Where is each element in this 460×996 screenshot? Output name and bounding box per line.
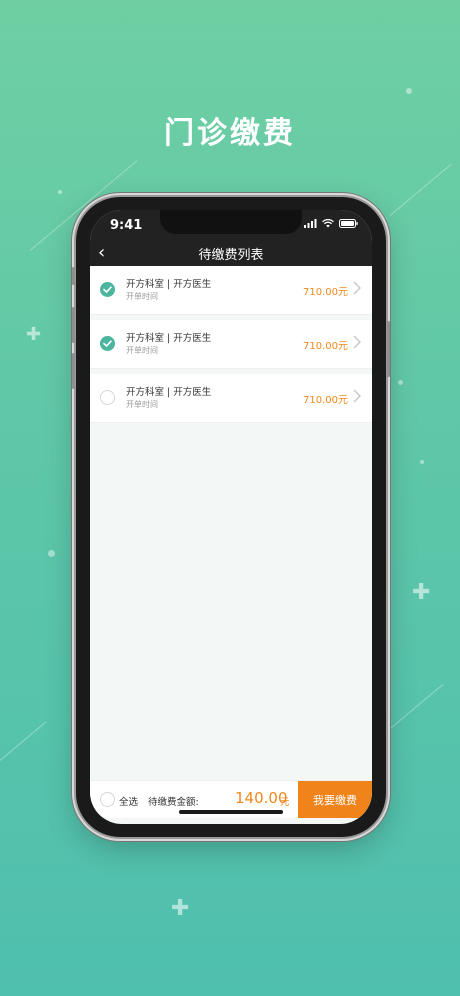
bill-item[interactable]: 开方科室 | 开方医生 开单时间 710.00元 — [90, 320, 372, 368]
check-icon — [103, 286, 112, 293]
plus-decor-icon: ✚ — [26, 324, 42, 345]
item-title: 开方科室 | 开方医生 — [126, 387, 212, 398]
item-amount: 710.00元 — [303, 341, 348, 352]
phone-side-button — [72, 353, 75, 389]
decor-dot — [398, 380, 403, 385]
pay-button[interactable]: 我要缴费 — [298, 781, 372, 818]
item-subtitle: 开单时间 — [126, 400, 158, 409]
page-headline: 门诊缴费 — [164, 116, 296, 151]
phone-frame: 9:41 ‹ 待缴费列表 开方科室 | 开方医生 开单时间 710.00元 开方… — [72, 197, 390, 837]
decor-line — [389, 163, 452, 216]
bill-item[interactable]: 开方科室 | 开方医生 开单时间 710.00元 — [90, 374, 372, 422]
item-amount: 710.00元 — [303, 395, 348, 406]
item-title: 开方科室 | 开方医生 — [126, 279, 212, 290]
bill-item[interactable]: 开方科室 | 开方医生 开单时间 710.00元 — [90, 266, 372, 314]
item-subtitle: 开单时间 — [126, 346, 158, 355]
wifi-icon — [322, 219, 334, 228]
phone-notch — [160, 210, 302, 234]
total-label: 待缴费金额: — [148, 797, 199, 808]
battery-icon — [339, 219, 358, 228]
chevron-right-icon — [353, 335, 361, 349]
status-time: 9:41 — [110, 218, 143, 233]
bill-list: 开方科室 | 开方医生 开单时间 710.00元 开方科室 | 开方医生 开单时… — [90, 266, 372, 428]
item-checkbox[interactable] — [100, 390, 115, 405]
phone-screen: 9:41 ‹ 待缴费列表 开方科室 | 开方医生 开单时间 710.00元 开方… — [90, 210, 372, 824]
decor-line — [0, 721, 47, 761]
chevron-right-icon — [353, 389, 361, 403]
select-all-checkbox[interactable] — [100, 792, 115, 807]
check-icon — [103, 340, 112, 347]
item-checkbox[interactable] — [100, 282, 115, 297]
decor-dot — [406, 88, 412, 94]
decor-dot — [420, 460, 424, 464]
status-icons — [304, 219, 358, 228]
decor-dot — [58, 190, 62, 194]
phone-side-button — [72, 267, 75, 285]
select-all-label[interactable]: 全选 — [119, 794, 138, 808]
chevron-right-icon — [353, 281, 361, 295]
plus-decor-icon: ✚ — [171, 896, 190, 921]
item-amount: 710.00元 — [303, 287, 348, 298]
home-indicator — [179, 810, 283, 814]
decor-line — [387, 683, 444, 731]
item-subtitle: 开单时间 — [126, 292, 158, 301]
signal-icon — [304, 219, 317, 228]
item-title: 开方科室 | 开方医生 — [126, 333, 212, 344]
total-unit: 元 — [280, 797, 290, 808]
status-bar: 9:41 — [90, 210, 372, 240]
plus-decor-icon: ✚ — [412, 580, 431, 605]
phone-side-button — [72, 307, 75, 343]
phone-side-button — [387, 321, 390, 377]
nav-title: 待缴费列表 — [198, 248, 264, 263]
item-checkbox[interactable] — [100, 336, 115, 351]
decor-dot — [48, 550, 55, 557]
nav-bar: ‹ 待缴费列表 — [90, 240, 372, 266]
